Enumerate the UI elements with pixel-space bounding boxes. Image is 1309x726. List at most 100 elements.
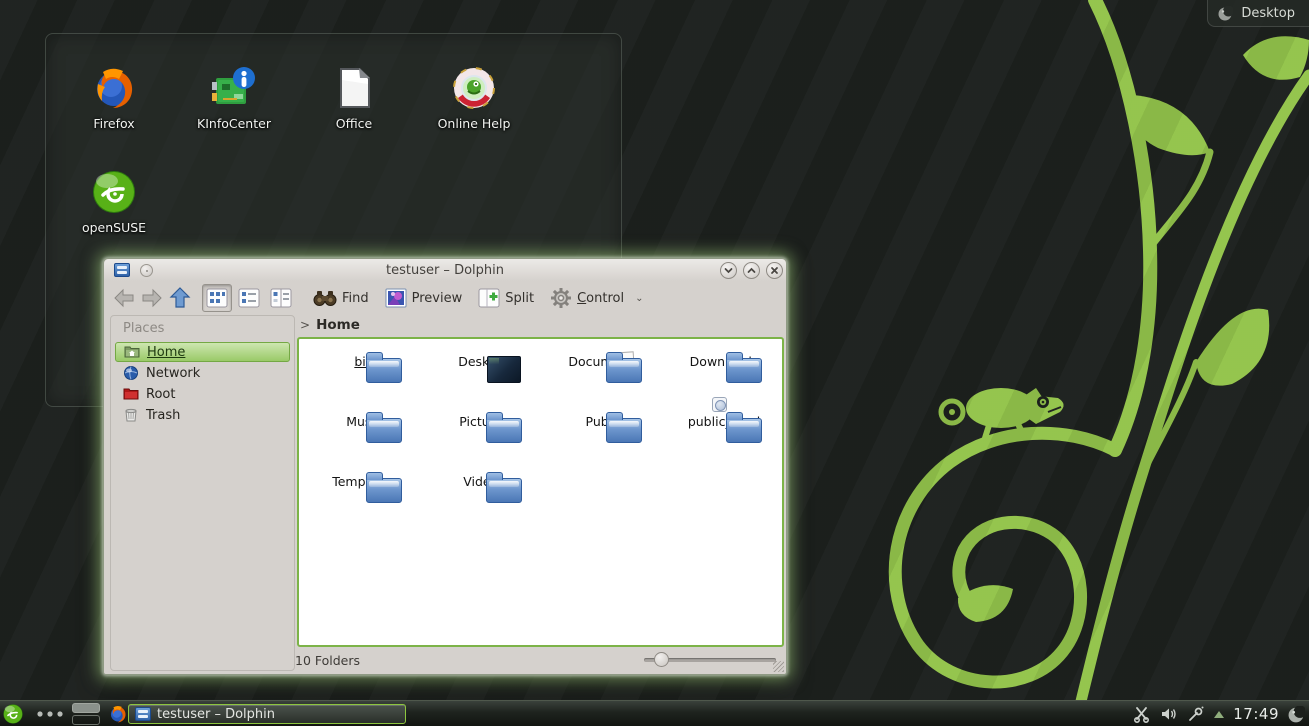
breadcrumb[interactable]: > Home (300, 315, 360, 335)
folder-icon (486, 418, 522, 443)
chevron-down-icon (723, 265, 734, 276)
places-item-label: Home (147, 345, 185, 360)
firefox-taskbar-icon[interactable] (108, 704, 128, 724)
cashew-icon (1218, 6, 1233, 21)
split-view-icon (478, 288, 500, 308)
trash-icon (123, 407, 139, 423)
folder-item-music[interactable]: Music (308, 409, 420, 429)
back-button[interactable] (110, 284, 138, 312)
folder-icon (366, 418, 402, 443)
desktop-toolbox-button[interactable]: Desktop (1207, 0, 1309, 27)
folder-icon (486, 478, 522, 503)
folder-item-downloads[interactable]: Downloads (668, 349, 780, 369)
office-icon (330, 64, 378, 112)
desktop-icon-opensuse[interactable]: openSUSE (62, 168, 166, 235)
icons-view-icon (206, 288, 228, 308)
pager-desktop-1[interactable] (72, 703, 100, 713)
split-button[interactable]: Split (478, 288, 534, 308)
folder-item-public[interactable]: Public (548, 409, 660, 429)
folder-label: Music (308, 414, 420, 429)
online-help-icon (450, 64, 498, 112)
folder-icon (606, 418, 642, 443)
places-item-label: Network (146, 366, 200, 381)
places-item-network[interactable]: Network (115, 363, 290, 383)
tray-expander-icon[interactable] (1214, 711, 1224, 718)
places-item-trash[interactable]: Trash (115, 405, 290, 425)
breadcrumb-separator-icon: > (300, 318, 310, 332)
arrow-left-icon (113, 288, 135, 308)
taskbar-panel: testuser – Dolphin 17:49 (0, 700, 1309, 726)
folder-item-videos[interactable]: Videos (428, 469, 540, 489)
minimize-button[interactable] (720, 262, 737, 279)
chevron-down-icon: ⌄ (635, 293, 643, 304)
folder-label: Public (548, 414, 660, 429)
main-toolbar: Find Preview Split (104, 281, 786, 315)
status-text: 10 Folders (295, 653, 360, 668)
titlebar[interactable]: testuser – Dolphin (104, 259, 786, 281)
kinfocenter-icon (210, 64, 258, 112)
folder-icon (726, 358, 762, 383)
desktop-folder-icon (487, 356, 521, 383)
task-label: testuser – Dolphin (157, 707, 275, 722)
network-globe-icon (123, 365, 139, 381)
places-item-root[interactable]: Root (115, 384, 290, 404)
panel-dots-icon[interactable] (36, 710, 64, 718)
places-item-home[interactable]: Home (115, 342, 290, 362)
desktop-icon-label: KInfoCenter (182, 116, 286, 131)
zoom-slider[interactable] (644, 658, 776, 662)
system-tray: 17:49 (1133, 701, 1309, 726)
places-item-label: Trash (146, 408, 180, 423)
desktop-icon-label: Firefox (62, 116, 166, 131)
folder-item-pictures[interactable]: Pictures (428, 409, 540, 429)
folder-item-desktop[interactable]: Desktop (428, 349, 540, 369)
folder-item-public-html[interactable]: public_html (668, 409, 780, 429)
pager-desktop-2[interactable] (72, 715, 100, 725)
home-folder-icon (124, 344, 140, 360)
find-button[interactable]: Find (313, 289, 369, 307)
gear-icon (550, 287, 572, 309)
arrow-up-icon (169, 287, 191, 309)
resize-grip[interactable] (773, 661, 784, 672)
columns-view-icon (270, 288, 292, 308)
desktop-icon-firefox[interactable]: Firefox (62, 64, 166, 131)
desktop-icon-label: Online Help (422, 116, 526, 131)
folder-label: Desktop (428, 354, 540, 369)
dolphin-icon (135, 707, 151, 721)
breadcrumb-location[interactable]: Home (316, 317, 360, 333)
folder-label: public_html (668, 414, 780, 429)
control-button[interactable]: Control ⌄ (550, 287, 643, 309)
preview-button[interactable]: Preview (385, 288, 463, 308)
device-notifier-icon[interactable] (1187, 705, 1205, 723)
forward-button[interactable] (138, 284, 166, 312)
status-bar: 10 Folders (104, 647, 786, 674)
window-title: testuser – Dolphin (104, 263, 786, 278)
volume-icon[interactable] (1160, 705, 1178, 723)
places-header: Places (111, 316, 294, 342)
dolphin-window: testuser – Dolphin (103, 258, 787, 675)
up-button[interactable] (166, 284, 194, 312)
details-view-button[interactable] (234, 284, 264, 312)
public-html-folder-icon (726, 418, 762, 443)
close-button[interactable] (766, 262, 783, 279)
preview-image-icon (385, 288, 407, 308)
firefox-icon (90, 64, 138, 112)
folder-item-documents[interactable]: Documents (548, 349, 660, 369)
maximize-button[interactable] (743, 262, 760, 279)
desktop-icon-kinfocenter[interactable]: KInfoCenter (182, 64, 286, 131)
columns-view-button[interactable] (266, 284, 296, 312)
application-launcher-icon[interactable] (2, 703, 24, 725)
clock[interactable]: 17:49 (1233, 705, 1279, 723)
desktop-icon-office[interactable]: Office (302, 64, 406, 131)
taskbar-task-dolphin[interactable]: testuser – Dolphin (128, 704, 406, 724)
folder-label: Downloads (668, 354, 780, 369)
folder-item-templates[interactable]: Templates (308, 469, 420, 489)
desktop-icon-online-help[interactable]: Online Help (422, 64, 526, 131)
icons-view-button[interactable] (202, 284, 232, 312)
folder-icon (366, 478, 402, 503)
arrow-right-icon (141, 288, 163, 308)
clipboard-scissors-icon[interactable] (1133, 705, 1151, 723)
panel-cashew-icon[interactable] (1288, 706, 1305, 723)
zoom-slider-handle[interactable] (654, 652, 669, 667)
folder-view[interactable]: bin Desktop Documents Downloads Music Pi… (297, 337, 784, 647)
folder-item-bin[interactable]: bin (308, 349, 420, 369)
